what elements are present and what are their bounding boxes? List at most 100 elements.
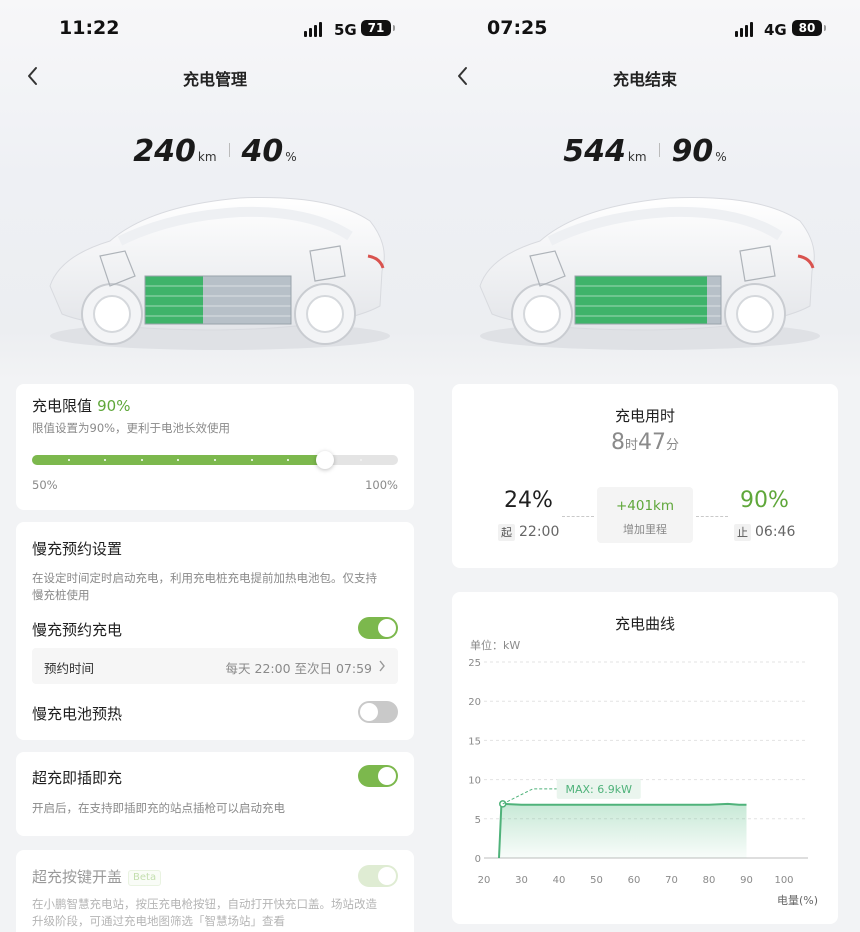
slider-step-dot xyxy=(67,459,70,461)
status-bar: 11:22 5G 71 xyxy=(0,0,430,56)
charge-limit-heading: 充电限值 90% xyxy=(32,395,130,416)
y-tick-label: 0 xyxy=(475,854,481,865)
charge-duration-card: 充电用时 8时47分 24% 起 22:00 +401km 增加里程 90% 止0… xyxy=(452,384,838,568)
end-time: 06:46 xyxy=(755,524,796,540)
x-tick-label: 30 xyxy=(515,875,528,886)
duration-hours: 8 xyxy=(610,430,625,455)
end-time-row: 止 06:46 xyxy=(734,524,795,541)
charge-limit-desc: 限值设置为90%，更利于电池长效使用 xyxy=(32,421,231,435)
scheduled-charge-toggle[interactable] xyxy=(358,617,398,639)
toggle-knob xyxy=(378,619,396,637)
start-soc: 24% xyxy=(504,488,553,513)
soc-unit: % xyxy=(285,150,297,164)
soc-unit: % xyxy=(715,150,727,164)
y-tick-label: 15 xyxy=(468,736,481,747)
series-area xyxy=(499,803,747,858)
y-tick-label: 5 xyxy=(475,815,481,826)
start-time-row: 起 22:00 xyxy=(498,524,559,541)
divider xyxy=(228,143,230,157)
range-value: 544 xyxy=(563,134,626,169)
x-tick-label: 90 xyxy=(740,875,753,886)
toggle-knob xyxy=(360,703,378,721)
y-tick-label: 20 xyxy=(468,697,481,708)
signal-icon xyxy=(304,21,326,37)
plug-and-charge-toggle[interactable] xyxy=(358,765,398,787)
duration-minutes-unit: 分 xyxy=(666,438,680,453)
nav-bar: 充电结束 xyxy=(430,56,860,96)
range-unit: km xyxy=(197,150,217,164)
status-bar: 07:25 4G 80 xyxy=(430,0,860,56)
slider-step-dot xyxy=(140,459,143,461)
x-tick-label: 40 xyxy=(553,875,566,886)
toggle-knob xyxy=(378,867,396,885)
button-open-lid-heading: 超充按键开盖 Beta xyxy=(32,866,162,887)
desc-line: 在设定时间定时启动充电，利用充电桩充电提前加热电池包。仅支持 xyxy=(32,571,377,585)
battery-preheat-toggle[interactable] xyxy=(358,701,398,723)
charge-limit-card: 充电限值 90% 限值设置为90%，更利于电池长效使用 50% 100% xyxy=(16,384,414,510)
slow-charge-schedule-desc: 在设定时间定时启动充电，利用充电桩充电提前加热电池包。仅支持 慢充桩使用 xyxy=(32,570,377,604)
battery-preheat-label: 慢充电池预热 xyxy=(32,705,123,723)
plug-and-charge-card: 超充即插即充 开启后，在支持即插即充的站点插枪可以启动充电 xyxy=(16,752,414,836)
max-annotation-label: MAX: 6.9kW xyxy=(566,783,633,796)
end-soc: 90% xyxy=(740,488,789,513)
slider-step-dot xyxy=(360,459,363,461)
slider-step-dot xyxy=(214,459,216,461)
car-battery-illustration xyxy=(49,197,390,350)
start-time: 22:00 xyxy=(519,524,560,540)
charging-curve-card: 充电曲线 单位：kW 0 5 10 15 20 25 20 30 40 50 60 70 80 90 100 电… xyxy=(452,592,838,924)
chevron-right-icon xyxy=(379,660,385,672)
signal-icon xyxy=(735,21,757,37)
duration-hours-unit: 时 xyxy=(624,438,638,453)
battery-icon: 80 xyxy=(792,20,826,36)
soc-value: 90 xyxy=(671,134,714,169)
soc-value: 40 xyxy=(241,134,284,169)
x-tick-label: 60 xyxy=(628,875,641,886)
charge-limit-label: 充电限值 xyxy=(32,397,93,415)
x-tick-label: 80 xyxy=(703,875,716,886)
x-tick-label: 70 xyxy=(665,875,678,886)
added-range-label: 增加里程 xyxy=(623,523,667,536)
plug-and-charge-desc: 开启后，在支持即插即充的站点插枪可以启动充电 xyxy=(32,801,285,815)
slider-step-dot xyxy=(250,459,253,461)
y-tick-label: 10 xyxy=(468,776,481,787)
dashed-connector xyxy=(696,516,728,517)
added-range-value: +401km xyxy=(615,498,675,514)
car-battery-illustration xyxy=(479,197,820,350)
plug-and-charge-title: 超充即插即充 xyxy=(32,769,123,787)
button-open-lid-desc: 在小鹏智慧充电站，按压充电枪按钮，自动打开快充口盖。场站改造 升级阶段，可通过充… xyxy=(32,896,377,930)
schedule-time-row[interactable]: 预约时间 每天 22:00 至次日 07:59 xyxy=(32,648,398,684)
status-time: 07:25 xyxy=(487,17,548,39)
y-tick-label: 25 xyxy=(468,658,481,669)
charge-complete-screen: 07:25 4G 80 充电结束 544 km 90% 充电用时 8时47分 2… xyxy=(430,0,860,932)
network-type: 5G xyxy=(334,21,357,39)
schedule-time-label: 预约时间 xyxy=(44,661,95,676)
unit-label: 单位：kW xyxy=(470,638,520,652)
button-open-lid-toggle[interactable] xyxy=(358,865,398,887)
beta-badge: Beta xyxy=(128,870,162,886)
charge-limit-value: 90% xyxy=(97,397,131,415)
charge-limit-slider[interactable] xyxy=(32,451,398,469)
button-open-lid-card: 超充按键开盖 Beta 在小鹏智慧充电站，按压充电枪按钮，自动打开快充口盖。场站改… xyxy=(16,850,414,932)
range-value: 240 xyxy=(133,134,196,169)
range-soc-summary: 544 km 90% xyxy=(430,134,860,169)
max-leader-line xyxy=(502,788,557,805)
charge-management-screen: 11:22 5G 71 充电管理 240 km 40% 充电限值 90% 限值设… xyxy=(0,0,430,932)
desc-line: 慢充桩使用 xyxy=(32,588,90,602)
nav-bar: 充电管理 xyxy=(0,56,430,96)
slider-step-dot xyxy=(323,459,326,461)
added-range-box: +401km 增加里程 xyxy=(597,487,693,543)
toggle-knob xyxy=(378,767,396,785)
schedule-time-value: 每天 22:00 至次日 07:59 xyxy=(225,661,372,676)
charge-duration-title: 充电用时 xyxy=(614,407,675,425)
x-tick-label: 20 xyxy=(478,875,491,886)
battery-icon: 71 xyxy=(361,20,395,36)
divider xyxy=(658,143,660,157)
page-title: 充电管理 xyxy=(182,70,247,89)
x-tick-label: 100 xyxy=(774,875,793,886)
scheduled-charge-label: 慢充预约充电 xyxy=(32,621,123,639)
slow-charge-schedule-title: 慢充预约设置 xyxy=(32,540,123,558)
button-open-lid-title: 超充按键开盖 xyxy=(32,868,123,886)
desc-line: 在小鹏智慧充电站，按压充电枪按钮，自动打开快充口盖。场站改造 xyxy=(32,897,377,911)
dashed-connector xyxy=(562,516,594,517)
charging-curve-chart: 单位：kW 0 5 10 15 20 25 20 30 40 50 60 70 80 90 100 电量(%) M… xyxy=(468,638,818,907)
